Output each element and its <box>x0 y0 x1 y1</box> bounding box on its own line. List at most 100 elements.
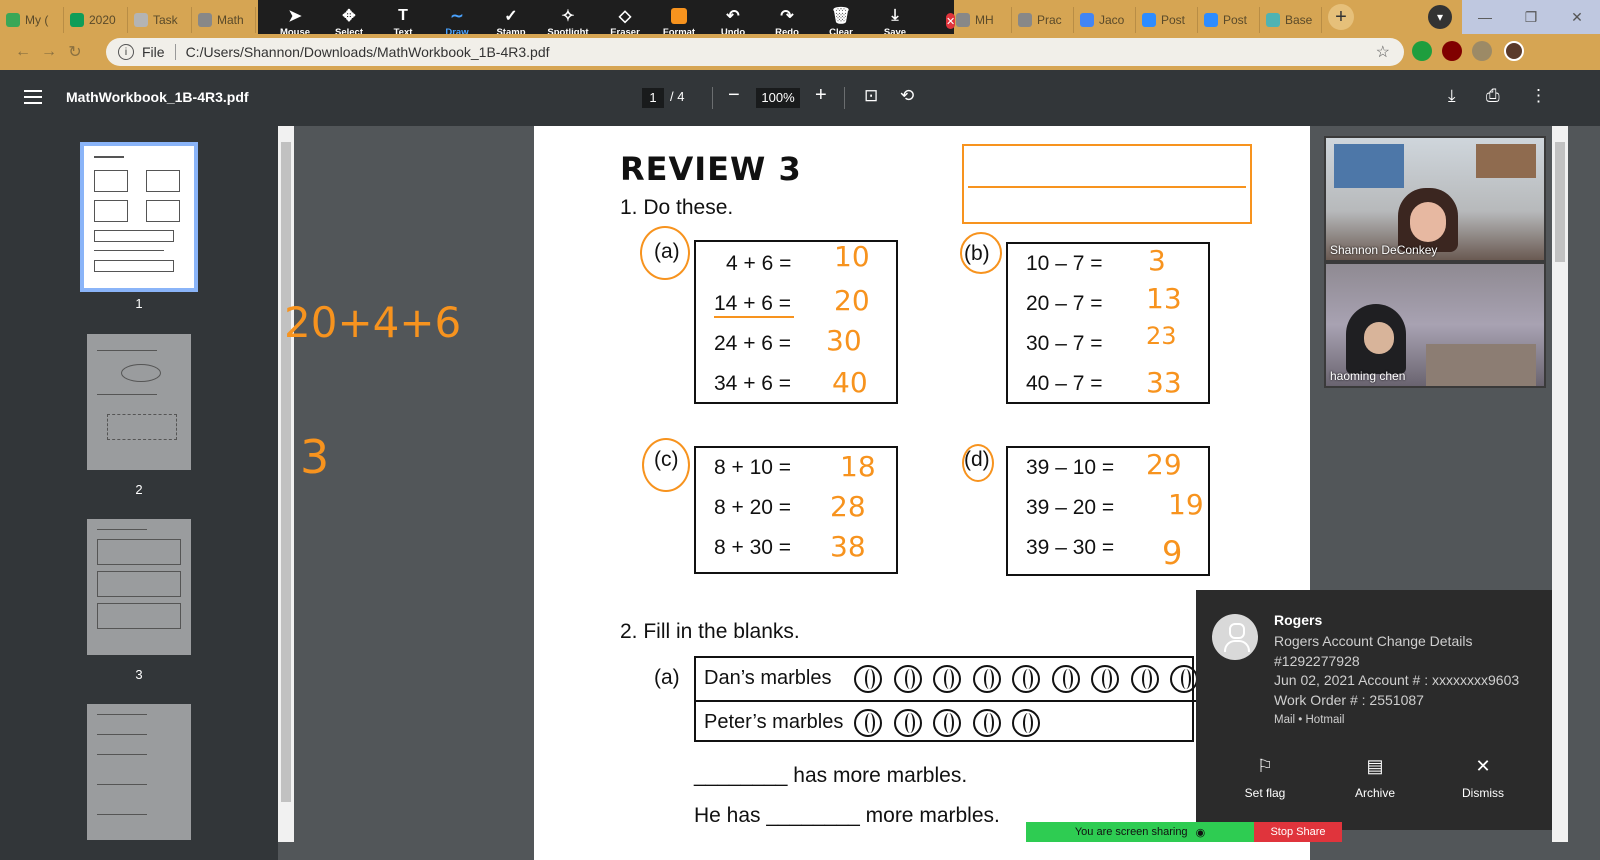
group-label: (b) <box>964 242 990 265</box>
annotation-tool-redo[interactable]: ↷ Redo <box>760 5 814 38</box>
browser-tab[interactable]: My ( <box>0 7 64 33</box>
annotation-tool-select[interactable]: ✥ Select <box>322 5 376 38</box>
equation: 39 – 30 = <box>1026 536 1115 559</box>
annotation-tool-undo[interactable]: ↶ Undo <box>706 5 760 38</box>
browser-tab[interactable]: Task <box>128 7 192 33</box>
tab-search-icon[interactable]: ▾ <box>1428 5 1452 29</box>
close-annotation-icon[interactable]: ✕ <box>946 13 956 29</box>
page-thumbnail[interactable] <box>80 142 198 292</box>
address-bar-row: ← → ↻ i File C:/Users/Shannon/Downloads/… <box>0 34 1600 70</box>
profile-avatar[interactable] <box>1504 41 1524 61</box>
equation: 8 + 10 = <box>714 456 792 479</box>
margin-note-number: 3 <box>300 430 330 484</box>
screen-share-status: You are screen sharing ◉ <box>1026 822 1254 842</box>
set-flag-button[interactable]: ⚐ Set flag <box>1206 756 1324 800</box>
video-tile[interactable]: haoming chen <box>1324 262 1546 388</box>
pdf-filename: MathWorkbook_1B-4R3.pdf <box>66 89 249 105</box>
close-window-button[interactable]: ✕ <box>1554 0 1600 34</box>
marble-icon <box>854 709 882 737</box>
new-tab-button[interactable]: + <box>1328 4 1354 30</box>
print-icon[interactable]: ⎙ <box>1486 86 1500 106</box>
page-title: REVIEW 3 <box>620 150 802 188</box>
browser-tab[interactable]: MH <box>950 7 1012 33</box>
annotation-tool-stamp[interactable]: ✓ Stamp <box>484 5 538 38</box>
page-scrollbar[interactable] <box>1552 126 1568 842</box>
name-box-annotation <box>962 144 1252 224</box>
save-icon: ⤓ <box>891 6 899 24</box>
thumbnail-scrollbar[interactable] <box>278 126 294 842</box>
zoom-input[interactable]: 100% <box>756 88 800 108</box>
handwritten-answer: 3 <box>1148 244 1166 277</box>
handwritten-answer: 33 <box>1146 366 1182 399</box>
group-label: (c) <box>654 448 679 471</box>
browser-tab[interactable]: Jaco <box>1074 7 1136 33</box>
notification-subject: Rogers Account Change Details #129227792… <box>1274 633 1473 669</box>
tab-title: 2020 <box>89 13 116 27</box>
annotation-tool-mouse[interactable]: ➤ Mouse <box>268 5 322 38</box>
tab-title: MH <box>975 13 994 27</box>
video-tile[interactable]: Shannon DeConkey <box>1324 136 1546 262</box>
rotate-icon[interactable]: ⟲ <box>900 86 914 106</box>
menu-icon[interactable] <box>24 90 42 108</box>
zoom-in-icon[interactable]: + <box>815 84 827 107</box>
handwritten-answer: 19 <box>1168 488 1204 521</box>
marble-icon <box>972 709 1001 737</box>
stop-share-button[interactable]: Stop Share <box>1254 822 1342 842</box>
annotation-tool-draw[interactable]: ∼ Draw <box>430 5 484 38</box>
download-icon[interactable]: ⤓ <box>1448 86 1456 106</box>
marble-icon <box>1170 665 1198 693</box>
page-total: / 4 <box>670 89 685 104</box>
bookmark-star-icon[interactable]: ☆ <box>1376 42 1390 62</box>
shield-icon: ◉ <box>1195 826 1206 839</box>
page-thumbnail[interactable] <box>87 334 191 470</box>
info-icon[interactable]: i <box>118 44 134 60</box>
browser-tab[interactable]: Post <box>1136 7 1198 33</box>
fit-page-icon[interactable]: ⊡ <box>864 86 878 106</box>
extension-ublock-icon[interactable] <box>1442 41 1462 61</box>
notification-preview: Jun 02, 2021 Account # : xxxxxxxx9603 Wo… <box>1274 672 1520 708</box>
page-thumbnail[interactable] <box>87 519 191 655</box>
annotation-tool-spotlight[interactable]: ✧ Spotlight <box>538 5 598 38</box>
back-icon[interactable]: ← <box>10 43 36 61</box>
handwritten-answer: 40 <box>832 366 868 399</box>
restore-window-button[interactable]: ❐ <box>1508 0 1554 34</box>
browser-tab[interactable]: Prac <box>1012 7 1074 33</box>
tab-favicon-icon <box>198 13 212 27</box>
tab-title: Task <box>153 13 178 27</box>
annotation-tool-clear[interactable]: 🗑 Clear <box>814 5 868 38</box>
minimize-window-button[interactable]: — <box>1462 0 1508 34</box>
reload-icon[interactable]: ↻ <box>62 42 88 62</box>
dismiss-button[interactable]: ✕ Dismiss <box>1424 756 1542 800</box>
zoom-out-icon[interactable]: − <box>728 84 740 107</box>
browser-tab[interactable]: 2020 <box>64 7 128 33</box>
equation: 4 + 6 = <box>726 252 792 275</box>
browser-tab[interactable]: Math <box>192 7 256 33</box>
extension-green-icon[interactable] <box>1412 41 1432 61</box>
archive-button[interactable]: ▤ Archive <box>1316 756 1434 800</box>
annotation-tool-save[interactable]: ⤓ Save <box>868 5 922 38</box>
tab-title: Base <box>1285 13 1313 27</box>
draw-icon: ∼ <box>450 7 464 25</box>
extensions-puzzle-icon[interactable] <box>1472 41 1492 61</box>
tab-title: Jaco <box>1099 13 1125 27</box>
forward-icon[interactable]: → <box>36 43 62 61</box>
annotation-tool-format[interactable]: Format <box>652 5 706 38</box>
toolbar-divider <box>712 87 713 109</box>
annotation-tool-text[interactable]: T Text <box>376 5 430 38</box>
equation: 39 – 20 = <box>1026 496 1115 519</box>
handwritten-answer: 13 <box>1146 282 1182 315</box>
group-label: (d) <box>964 448 990 471</box>
omnibox[interactable]: i File C:/Users/Shannon/Downloads/MathWo… <box>106 38 1404 66</box>
browser-tab[interactable]: Base <box>1260 7 1322 33</box>
more-options-icon[interactable]: ⋮ <box>1530 86 1547 106</box>
page-thumbnail[interactable] <box>87 704 191 840</box>
mail-notification[interactable]: Rogers Rogers Account Change Details #12… <box>1196 590 1552 830</box>
page-number-input[interactable]: 1 <box>642 88 664 108</box>
equation: 10 – 7 = <box>1026 252 1103 275</box>
browser-tab[interactable]: Post <box>1198 7 1260 33</box>
marble-icon <box>1012 665 1040 693</box>
stop-share-label: Stop Share <box>1270 826 1326 838</box>
margin-note-expression: 20+4+6 <box>284 298 462 347</box>
question-2-heading: 2. Fill in the blanks. <box>620 620 800 643</box>
annotation-tool-eraser[interactable]: ◇ Eraser <box>598 5 652 38</box>
